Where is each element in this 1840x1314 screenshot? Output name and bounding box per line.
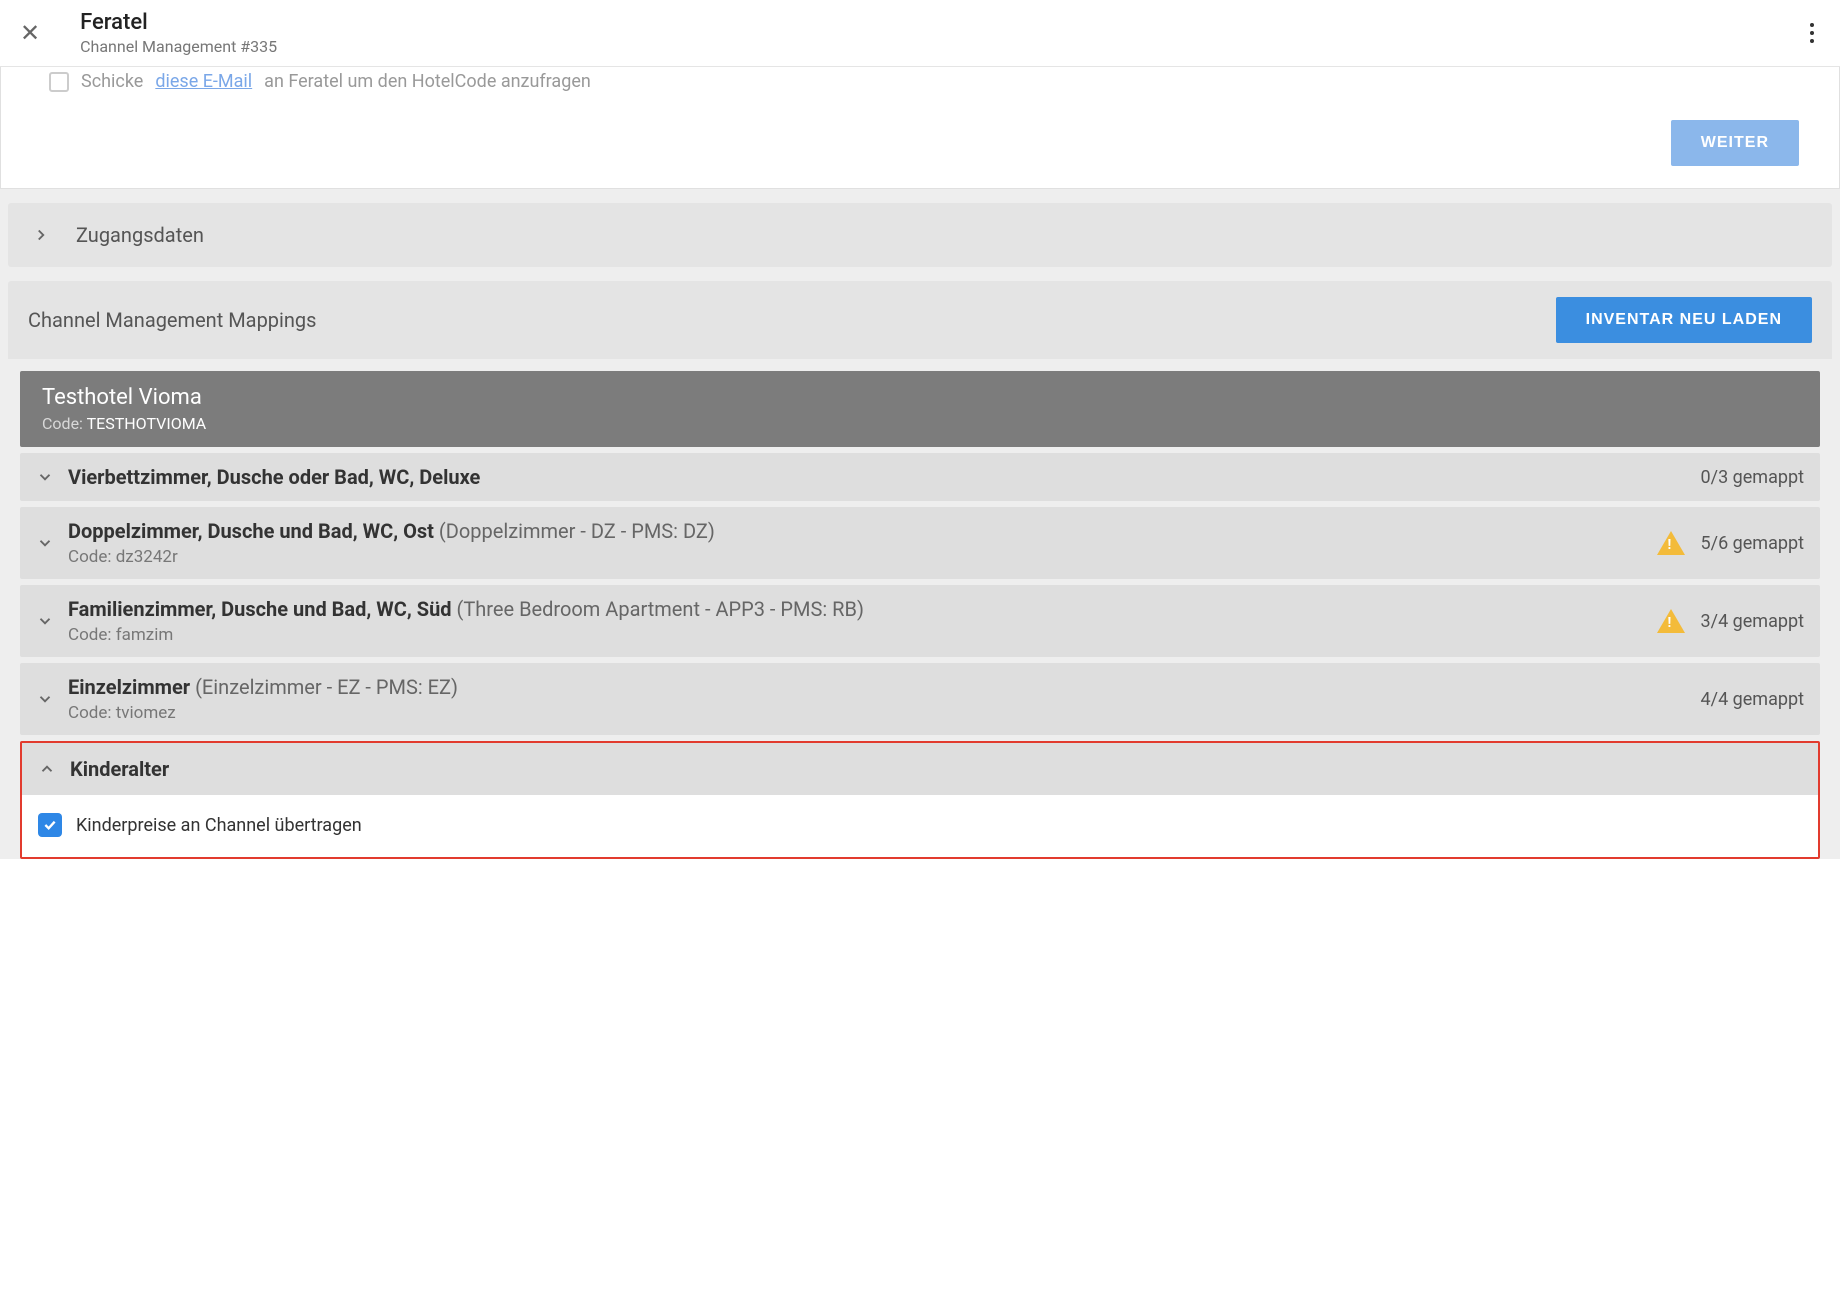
chevron-down-icon (36, 690, 54, 708)
hotel-bar: Testhotel Vioma Code: TESTHOTVIOMA (20, 371, 1820, 447)
zugangsdaten-title: Zugangsdaten (76, 223, 204, 247)
chevron-down-icon (36, 534, 54, 552)
kinderalter-title: Kinderalter (70, 757, 169, 781)
header-subtitle: Channel Management #335 (80, 37, 1804, 56)
warning-icon (1657, 609, 1685, 633)
dialog-header: ✕ Feratel Channel Management #335 (0, 0, 1840, 67)
more-icon[interactable] (1804, 17, 1820, 49)
hotel-code-value: TESTHOTVIOMA (87, 414, 207, 433)
room-row[interactable]: Einzelzimmer (Einzelzimmer - EZ - PMS: E… (20, 663, 1820, 735)
room-row[interactable]: Vierbettzimmer, Dusche oder Bad, WC, Del… (20, 453, 1820, 501)
room-code-label: Code: (68, 703, 111, 723)
room-code-label: Code: (68, 547, 111, 567)
chevron-down-icon (36, 612, 54, 630)
chevron-down-icon (36, 468, 54, 486)
room-title-extra: (Einzelzimmer - EZ - PMS: EZ) (190, 675, 458, 699)
room-code-value: dz3242r (116, 547, 178, 567)
room-code-value: tviomez (116, 703, 176, 723)
kinderpreise-checkbox[interactable] (38, 813, 62, 837)
email-text-prefix: Schicke (81, 71, 143, 92)
room-row[interactable]: Doppelzimmer, Dusche und Bad, WC, Ost (D… (20, 507, 1820, 579)
hotel-name: Testhotel Vioma (42, 385, 1798, 410)
header-info: Feratel Channel Management #335 (80, 10, 1804, 56)
room-list: Vierbettzimmer, Dusche oder Bad, WC, Del… (20, 453, 1820, 735)
room-code-value: famzim (116, 625, 174, 645)
room-mapped-count: 4/4 gemappt (1701, 689, 1804, 710)
room-title: Familienzimmer, Dusche und Bad, WC, Süd (68, 597, 452, 621)
kinderalter-header[interactable]: Kinderalter (22, 743, 1818, 795)
hotelcode-panel: Schicke diese E-Mail an Feratel um den H… (0, 67, 1840, 189)
room-row[interactable]: Familienzimmer, Dusche und Bad, WC, Süd … (20, 585, 1820, 657)
close-icon[interactable]: ✕ (20, 19, 40, 47)
room-title-extra: (Doppelzimmer - DZ - PMS: DZ) (434, 519, 715, 543)
hotel-code-row: Code: TESTHOTVIOMA (42, 414, 1798, 433)
email-checkbox[interactable] (49, 72, 69, 92)
warning-icon (1657, 531, 1685, 555)
room-title: Vierbettzimmer, Dusche oder Bad, WC, Del… (68, 465, 480, 489)
mappings-title: Channel Management Mappings (28, 308, 317, 332)
kinderalter-block: Kinderalter Kinderpreise an Channel über… (20, 741, 1820, 859)
kinderpreise-label: Kinderpreise an Channel übertragen (76, 815, 362, 836)
email-text-suffix: an Feratel um den HotelCode anzufragen (264, 71, 591, 92)
reload-inventory-button[interactable]: INVENTAR NEU LADEN (1556, 297, 1812, 343)
room-title: Doppelzimmer, Dusche und Bad, WC, Ost (68, 519, 434, 543)
room-title-extra: (Three Bedroom Apartment - APP3 - PMS: R… (452, 597, 864, 621)
continue-button[interactable]: WEITER (1671, 120, 1799, 166)
room-title: Einzelzimmer (68, 675, 190, 699)
room-code-label: Code: (68, 625, 111, 645)
zugangsdaten-section[interactable]: Zugangsdaten (8, 203, 1832, 267)
email-link[interactable]: diese E-Mail (155, 71, 252, 92)
room-mapped-count: 5/6 gemappt (1701, 533, 1804, 554)
hotel-code-label: Code: (42, 414, 83, 433)
mappings-header: Channel Management Mappings INVENTAR NEU… (8, 281, 1832, 359)
kinderalter-body: Kinderpreise an Channel übertragen (22, 795, 1818, 857)
chevron-up-icon (38, 760, 56, 778)
room-mapped-count: 0/3 gemappt (1701, 467, 1804, 488)
header-title: Feratel (80, 10, 1804, 35)
room-mapped-count: 3/4 gemappt (1701, 611, 1804, 632)
chevron-right-icon (32, 226, 50, 244)
email-request-row: Schicke diese E-Mail an Feratel um den H… (41, 67, 1799, 92)
